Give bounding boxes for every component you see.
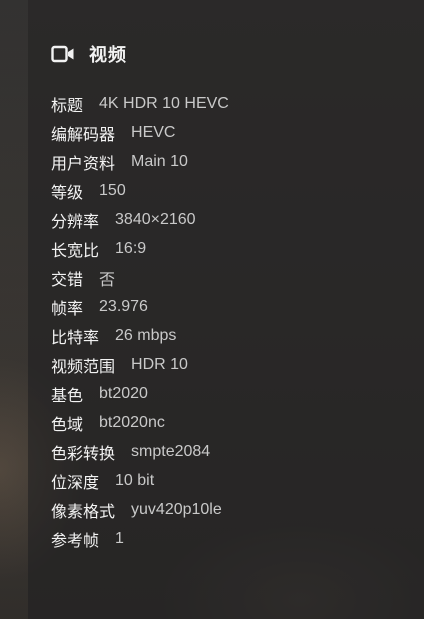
property-row-level: 等级 150 — [51, 176, 229, 205]
property-label: 等级 — [51, 184, 84, 202]
property-value: smpte2084 — [131, 442, 211, 460]
background-edge — [0, 0, 28, 619]
property-value: 1 — [115, 529, 124, 547]
property-value: yuv420p10le — [131, 500, 222, 518]
property-row-framerate: 帧率 23.976 — [51, 292, 229, 321]
property-row-title: 标题 4K HDR 10 HEVC — [51, 89, 229, 118]
property-label: 比特率 — [51, 329, 100, 347]
property-label: 编解码器 — [51, 126, 116, 144]
property-row-pixel-format: 像素格式 yuv420p10le — [51, 495, 229, 524]
property-value: 26 mbps — [115, 326, 177, 344]
property-label: 色域 — [51, 416, 84, 434]
property-row-aspect-ratio: 长宽比 16:9 — [51, 234, 229, 263]
property-row-profile: 用户资料 Main 10 — [51, 147, 229, 176]
property-label: 交错 — [51, 271, 84, 289]
property-label: 分辨率 — [51, 213, 100, 231]
property-row-video-range: 视频范围 HDR 10 — [51, 350, 229, 379]
property-label: 参考帧 — [51, 532, 100, 550]
property-value: 23.976 — [99, 297, 148, 315]
property-row-interlaced: 交错 否 — [51, 263, 229, 292]
property-value: HDR 10 — [131, 355, 188, 373]
property-label: 基色 — [51, 387, 84, 405]
property-label: 标题 — [51, 97, 84, 115]
video-section-header: 视频 — [51, 42, 127, 66]
property-value: bt2020 — [99, 384, 148, 402]
property-label: 用户资料 — [51, 155, 116, 173]
property-value: Main 10 — [131, 152, 188, 170]
property-row-ref-frames: 参考帧 1 — [51, 524, 229, 553]
property-value: 否 — [99, 271, 116, 289]
property-row-color-transfer: 色彩转换 smpte2084 — [51, 437, 229, 466]
property-label: 像素格式 — [51, 503, 116, 521]
property-value: HEVC — [131, 123, 176, 141]
property-value: 3840×2160 — [115, 210, 196, 228]
property-value: 16:9 — [115, 239, 147, 257]
property-row-bit-depth: 位深度 10 bit — [51, 466, 229, 495]
property-value: 10 bit — [115, 471, 155, 489]
video-camera-icon — [51, 45, 74, 63]
property-row-codec: 编解码器 HEVC — [51, 118, 229, 147]
video-properties-list: 标题 4K HDR 10 HEVC 编解码器 HEVC 用户资料 Main 10… — [51, 89, 229, 553]
property-label: 色彩转换 — [51, 445, 116, 463]
property-label: 位深度 — [51, 474, 100, 492]
property-value: 150 — [99, 181, 126, 199]
property-row-resolution: 分辨率 3840×2160 — [51, 205, 229, 234]
property-row-bitrate: 比特率 26 mbps — [51, 321, 229, 350]
property-label: 帧率 — [51, 300, 84, 318]
property-value: bt2020nc — [99, 413, 165, 431]
property-label: 视频范围 — [51, 358, 116, 376]
property-row-color-primaries: 基色 bt2020 — [51, 379, 229, 408]
property-label: 长宽比 — [51, 242, 100, 260]
section-title: 视频 — [89, 45, 127, 65]
property-value: 4K HDR 10 HEVC — [99, 94, 229, 112]
property-row-color-space: 色域 bt2020nc — [51, 408, 229, 437]
